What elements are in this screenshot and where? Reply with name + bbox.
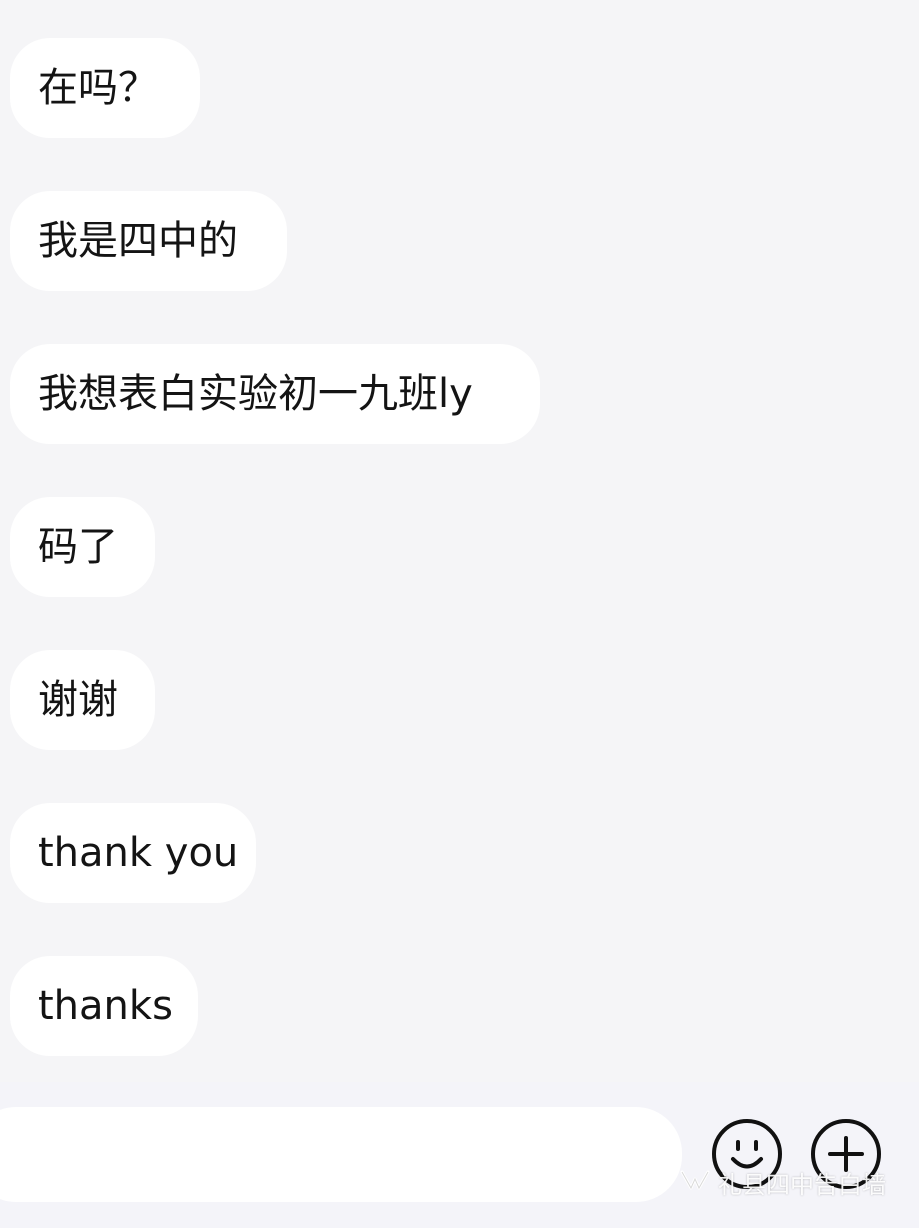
message-bubble[interactable]: 我是四中的 (10, 191, 287, 291)
message-bubble[interactable]: 码了 (10, 497, 155, 597)
message-bubble[interactable]: thanks (10, 956, 198, 1056)
message-text: 我是四中的 (38, 218, 238, 264)
message-bubble[interactable]: 在吗？ (10, 38, 200, 138)
message-text: thanks (38, 983, 173, 1029)
watermark-text: 礼县四中告白墙 (718, 1170, 886, 1199)
message-bubble[interactable]: 谢谢 (10, 650, 155, 750)
message-bubble[interactable]: thank you (10, 803, 256, 903)
message-bubble[interactable]: 我想表白实验初一九班ly (10, 344, 540, 444)
message-text: 谢谢 (38, 677, 118, 723)
message-text: 码了 (38, 524, 118, 570)
watermark: 礼县四中告白墙 (678, 1164, 886, 1200)
chat-message-list[interactable]: 在吗？ 我是四中的 我想表白实验初一九班ly 码了 谢谢 thank you t… (0, 0, 919, 1082)
message-text: 在吗？ (38, 65, 158, 111)
wechat-channel-logo-icon (680, 1170, 710, 1190)
message-input-bar (0, 1082, 919, 1228)
message-text: thank you (38, 830, 239, 876)
message-text: 我想表白实验初一九班ly (38, 371, 473, 417)
message-input[interactable] (0, 1107, 682, 1202)
